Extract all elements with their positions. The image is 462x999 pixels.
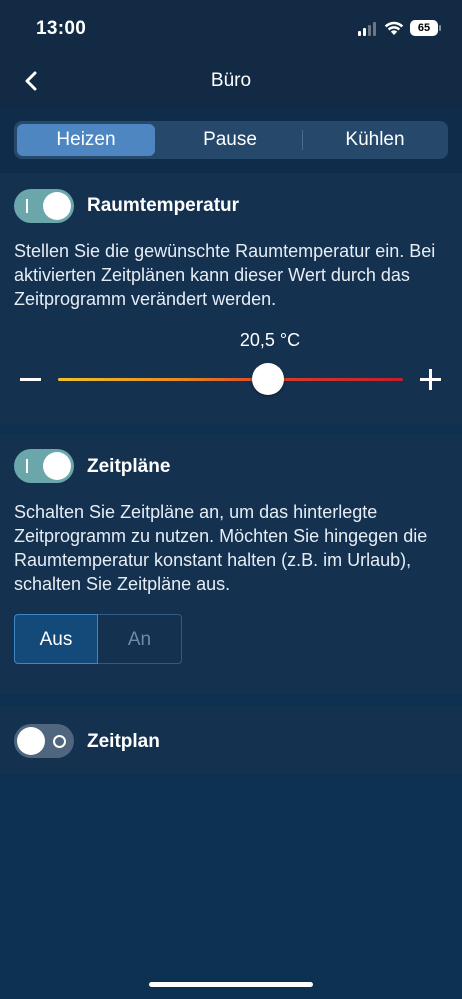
toggle-off-mark [53,735,66,748]
toggle-knob [17,727,45,755]
home-indicator [149,982,313,987]
temperature-value: 20,5 °C [239,330,301,350]
schedules-description: Schalten Sie Zeitpläne an, um das hinter… [14,502,428,594]
wifi-icon [384,21,404,35]
segment-divider [302,130,303,150]
schedules-title: Zeitpläne [87,456,171,477]
toggle-on-mark [26,459,28,473]
tab-kuehlen[interactable]: Kühlen [305,124,445,156]
tab-heizen[interactable]: Heizen [17,124,155,156]
schedule-toggle[interactable] [14,724,74,758]
toggle-knob [43,192,71,220]
increase-temperature-button-vertical[interactable] [429,369,432,390]
schedules-on-button[interactable]: An [98,614,182,664]
schedules-off-button[interactable]: Aus [14,614,98,664]
temperature-slider[interactable] [58,378,403,381]
battery-tip [439,25,441,31]
mode-segmented-control: Heizen Pause Kühlen [14,121,448,159]
schedule-title: Zeitplan [87,731,160,752]
status-time: 13:00 [36,18,87,39]
room-temperature-title: Raumtemperatur [87,195,240,216]
battery-indicator: 65 [410,20,438,36]
tab-pause[interactable]: Pause [160,124,300,156]
decrease-temperature-button[interactable] [20,378,41,381]
page-title: Büro [210,70,252,91]
room-temperature-toggle[interactable] [14,189,74,223]
cellular-signal-icon [358,22,376,36]
schedules-toggle[interactable] [14,449,74,483]
room-temperature-description: Stellen Sie die gewünschte Raumtemperatu… [14,241,436,309]
toggle-knob [43,452,71,480]
toggle-on-mark [26,199,28,213]
